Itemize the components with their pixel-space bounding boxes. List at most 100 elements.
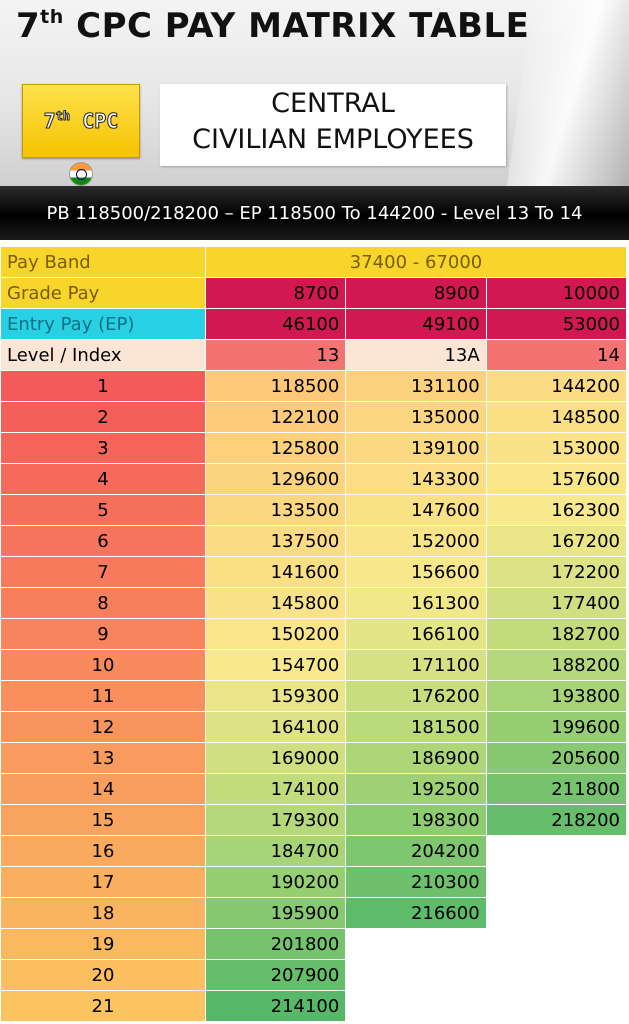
empty-cell	[485, 866, 628, 898]
pay-cell: 205600	[485, 742, 628, 774]
pay-cell: 204200	[345, 835, 487, 867]
cpc-logo-badge: 7th CPC	[22, 84, 140, 158]
empty-cell	[345, 959, 487, 991]
pay-cell: 147600	[345, 494, 487, 526]
empty-cell	[485, 835, 628, 867]
pay-cell: 210300	[345, 866, 487, 898]
index-cell: 14	[0, 773, 206, 805]
level-header-cell: 13A	[345, 339, 487, 371]
matrix-row: 1 118500 131100 144200	[0, 370, 628, 402]
pay-cell: 201800	[204, 928, 347, 960]
subtitle-line-1: CENTRAL	[271, 88, 395, 119]
index-cell: 19	[0, 928, 206, 960]
pay-cell: 162300	[485, 494, 628, 526]
index-cell: 3	[0, 432, 206, 464]
subtitle-box: CENTRAL CIVILIAN EMPLOYEES	[160, 84, 506, 166]
badge-number: 7	[43, 109, 56, 134]
pay-cell: 118500	[204, 370, 347, 402]
grade-pay-label: Grade Pay	[0, 277, 206, 309]
empty-cell	[485, 959, 628, 991]
level-header-cell: 14	[485, 339, 628, 371]
pay-cell: 214100	[204, 990, 347, 1022]
pay-cell: 167200	[485, 525, 628, 557]
grade-pay-cell: 8900	[345, 277, 487, 309]
index-cell: 20	[0, 959, 206, 991]
index-cell: 1	[0, 370, 206, 402]
grade-pay-cell: 8700	[204, 277, 347, 309]
index-cell: 5	[0, 494, 206, 526]
pay-cell: 161300	[345, 587, 487, 619]
header-banner: 7th CPC PAY MATRIX TABLE 7th CPC CENTRAL…	[0, 0, 629, 186]
pay-cell: 169000	[204, 742, 347, 774]
index-cell: 18	[0, 897, 206, 929]
matrix-row: 9 150200 166100 182700	[0, 618, 628, 650]
pay-cell: 216600	[345, 897, 487, 929]
range-banner: PB 118500/218200 – EP 118500 To 144200 -…	[0, 186, 629, 240]
pay-cell: 156600	[345, 556, 487, 588]
matrix-row: 6 137500 152000 167200	[0, 525, 628, 557]
matrix-row: 15 179300 198300 218200	[0, 804, 628, 836]
level-header-row: Level / Index 13 13A 14	[0, 339, 628, 371]
matrix-row: 2 122100 135000 148500	[0, 401, 628, 433]
index-cell: 12	[0, 711, 206, 743]
pay-cell: 171100	[345, 649, 487, 681]
entry-pay-row: Entry Pay (EP) 46100 49100 53000	[0, 308, 628, 340]
index-cell: 6	[0, 525, 206, 557]
page-title: 7th CPC PAY MATRIX TABLE	[16, 6, 529, 46]
matrix-row: 16 184700 204200	[0, 835, 628, 867]
pay-cell: 174100	[204, 773, 347, 805]
matrix-row: 7 141600 156600 172200	[0, 556, 628, 588]
pay-cell: 184700	[204, 835, 347, 867]
index-cell: 13	[0, 742, 206, 774]
matrix-row: 14 174100 192500 211800	[0, 773, 628, 805]
pay-cell: 150200	[204, 618, 347, 650]
matrix-row: 21 214100	[0, 990, 628, 1022]
title-prefix: 7	[16, 6, 41, 46]
pay-band-row: Pay Band 37400 - 67000	[0, 246, 627, 278]
index-cell: 21	[0, 990, 206, 1022]
grade-pay-cell: 10000	[485, 277, 628, 309]
pay-cell: 181500	[345, 711, 487, 743]
pay-cell: 144200	[485, 370, 628, 402]
matrix-row: 12 164100 181500 199600	[0, 711, 628, 743]
title-main: CPC PAY MATRIX TABLE	[63, 6, 530, 46]
matrix-row: 10 154700 171100 188200	[0, 649, 628, 681]
pay-cell: 135000	[345, 401, 487, 433]
pay-cell: 139100	[345, 432, 487, 464]
entry-pay-cell: 46100	[204, 308, 347, 340]
pay-matrix-table: Pay Band 37400 - 67000 Grade Pay 8700 89…	[0, 246, 628, 1022]
pay-cell: 143300	[345, 463, 487, 495]
index-cell: 11	[0, 680, 206, 712]
pay-cell: 166100	[345, 618, 487, 650]
badge-word: CPC	[70, 109, 119, 134]
pay-cell: 159300	[204, 680, 347, 712]
entry-pay-cell: 53000	[485, 308, 628, 340]
pay-cell: 137500	[204, 525, 347, 557]
pay-cell: 199600	[485, 711, 628, 743]
level-header-cell: 13	[204, 339, 347, 371]
badge-superscript: th	[55, 109, 71, 124]
pay-cell: 129600	[204, 463, 347, 495]
index-cell: 2	[0, 401, 206, 433]
pay-band-label: Pay Band	[0, 246, 206, 278]
index-cell: 16	[0, 835, 206, 867]
pay-cell: 131100	[345, 370, 487, 402]
pay-cell: 133500	[204, 494, 347, 526]
pay-cell: 182700	[485, 618, 628, 650]
badge-text: 7th CPC	[43, 109, 119, 134]
subtitle-line-2: CIVILIAN EMPLOYEES	[192, 124, 474, 155]
pay-cell: 148500	[485, 401, 628, 433]
pay-cell: 154700	[204, 649, 347, 681]
index-cell: 8	[0, 587, 206, 619]
pay-cell: 157600	[485, 463, 628, 495]
empty-cell	[345, 990, 487, 1022]
matrix-row: 3 125800 139100 153000	[0, 432, 628, 464]
grade-pay-row: Grade Pay 8700 8900 10000	[0, 277, 628, 309]
entry-pay-label: Entry Pay (EP)	[0, 308, 206, 340]
index-cell: 17	[0, 866, 206, 898]
matrix-row: 17 190200 210300	[0, 866, 628, 898]
pay-cell: 141600	[204, 556, 347, 588]
pay-cell: 122100	[204, 401, 347, 433]
pay-cell: 190200	[204, 866, 347, 898]
pay-cell: 195900	[204, 897, 347, 929]
